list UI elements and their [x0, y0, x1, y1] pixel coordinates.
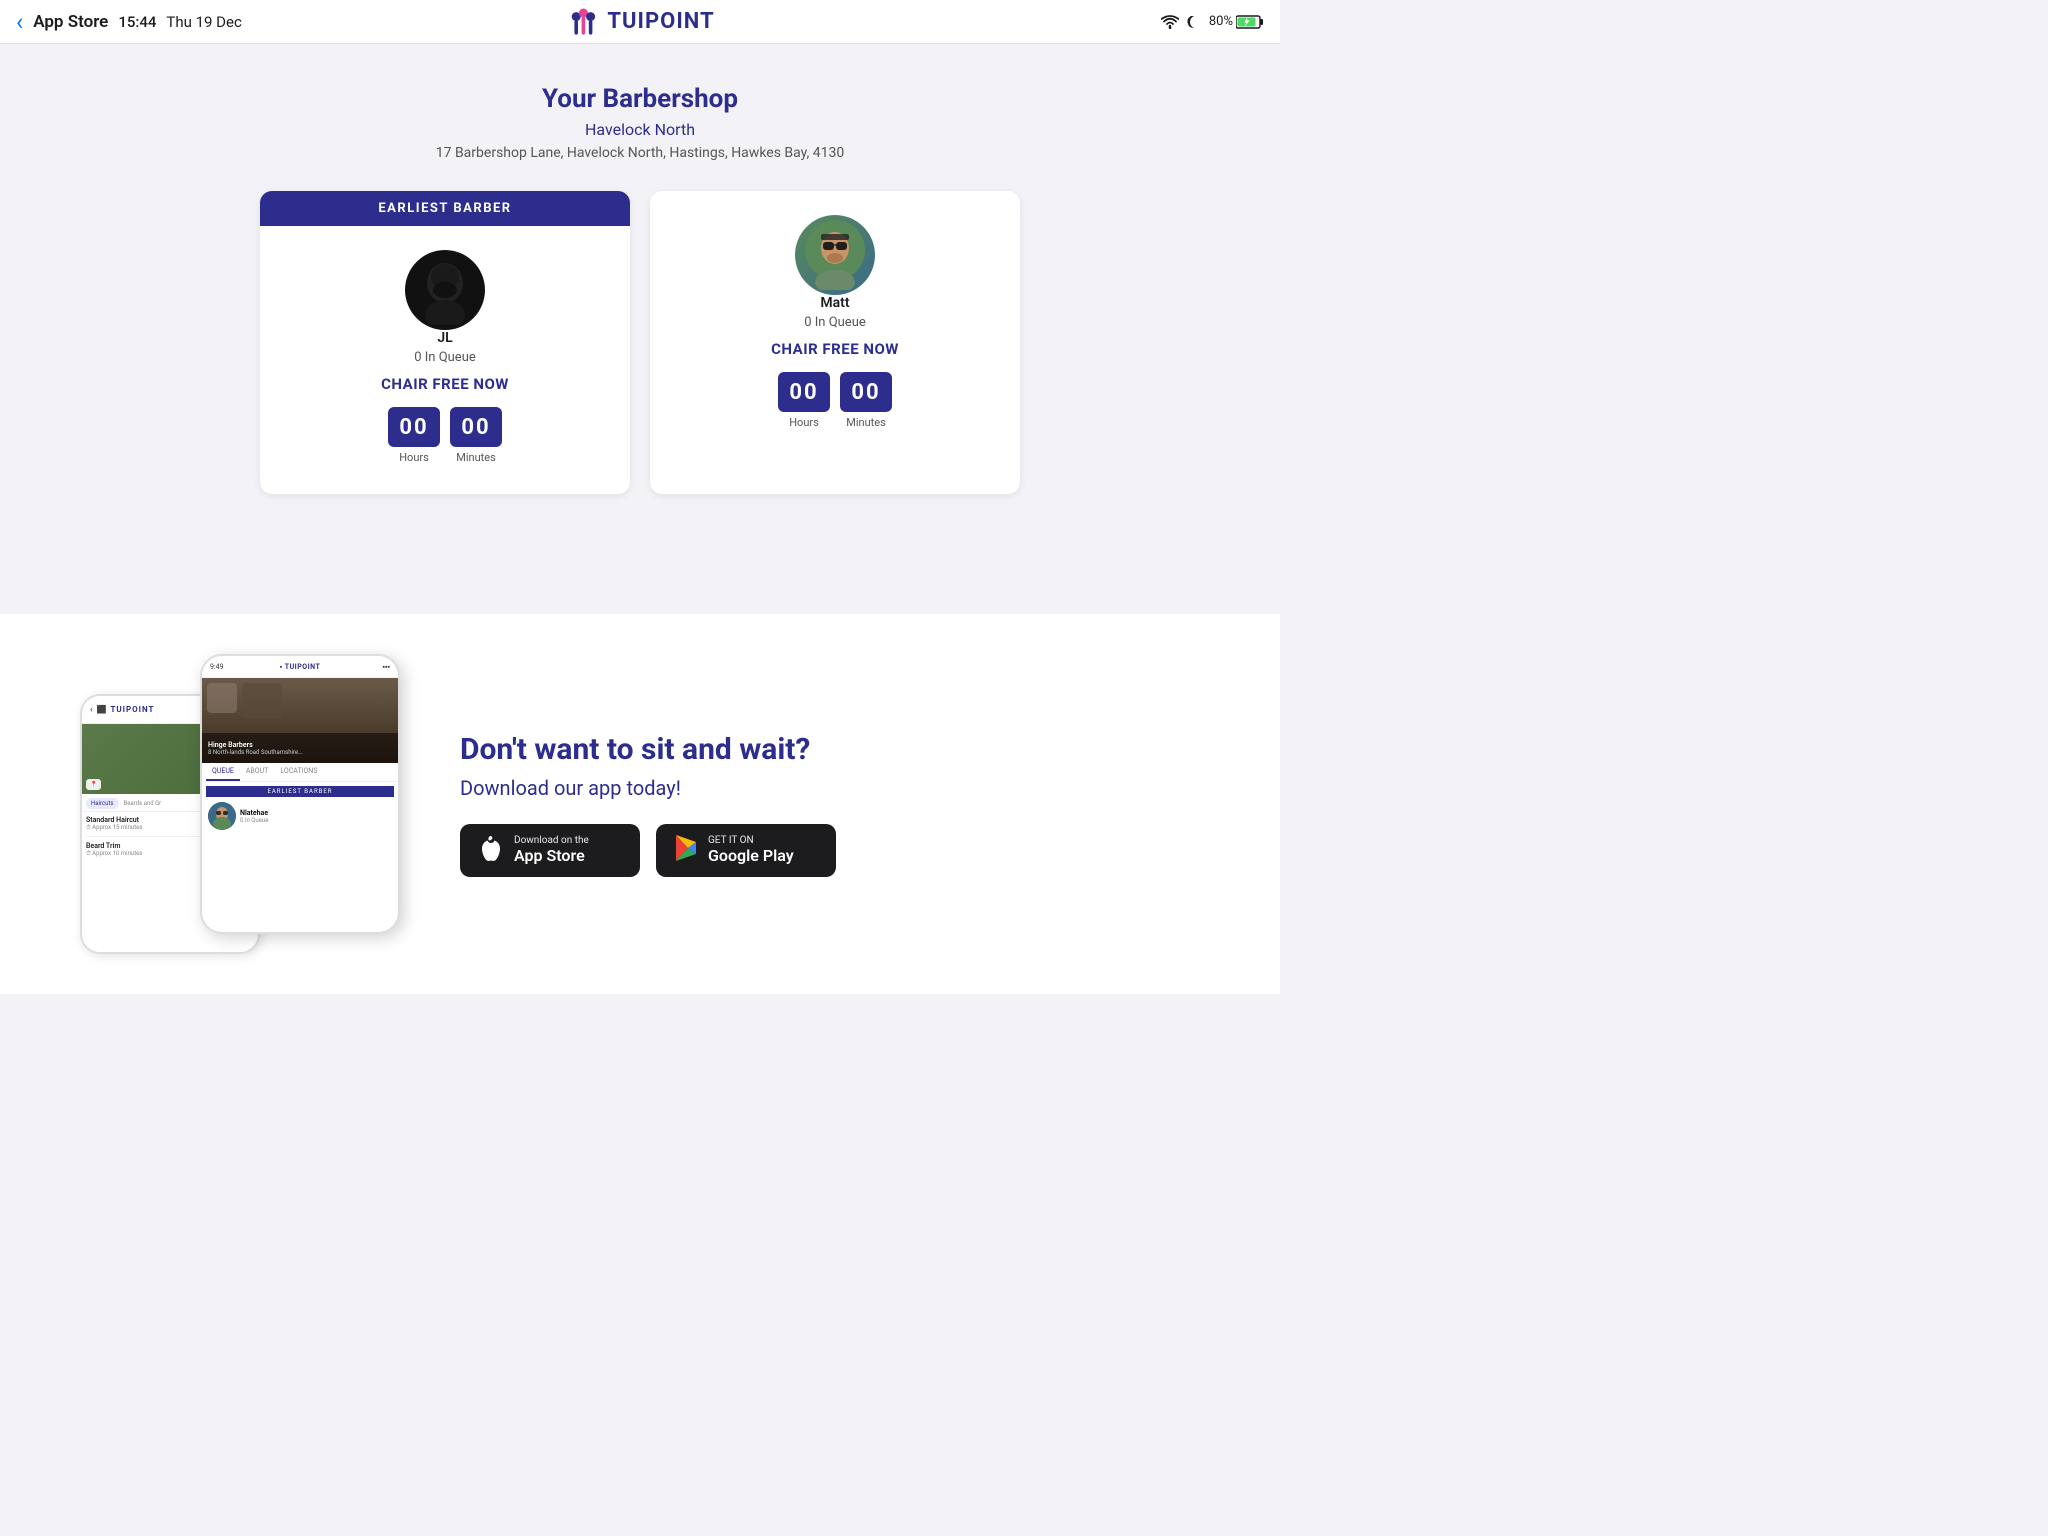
- header-logo: TUIPOINT: [565, 4, 714, 40]
- tuipoint-logo-icon: [565, 4, 601, 40]
- phone-nav-tabs: QUEUE ABOUT LOCATIONS: [202, 763, 398, 782]
- barber-matt-avatar: [795, 215, 875, 295]
- wifi-icon: [1161, 15, 1179, 29]
- battery-indicator: 80%: [1209, 14, 1264, 29]
- barber-grid: EARLIEST BARBER JL 0 In Queue: [250, 191, 1030, 494]
- app-store-button[interactable]: Download on the App Store: [460, 824, 640, 877]
- matt-hours-digit: 00: [778, 372, 830, 412]
- barber-matt-chair-status: CHAIR FREE NOW: [670, 340, 1000, 358]
- phone-barber-list: EARLIEST BARBER Nlatehae: [202, 782, 398, 836]
- jl-minutes-digit: 00: [450, 407, 502, 447]
- shop-location: Havelock North: [20, 120, 1260, 139]
- app-store-label: App Store: [33, 12, 108, 32]
- phone-beards-tab: Beards and Gr: [122, 798, 164, 809]
- phone-hero-image: Hinge Barbers 8 North-lands Road Southar…: [202, 678, 398, 763]
- google-play-small-text: GET IT ON: [708, 835, 794, 846]
- shop-address: 17 Barbershop Lane, Havelock North, Hast…: [20, 145, 1260, 161]
- earliest-barber-banner: EARLIEST BARBER: [260, 191, 630, 226]
- barber-matt-name: Matt: [670, 295, 1000, 311]
- app-store-small-text: Download on the: [514, 835, 589, 846]
- back-arrow[interactable]: ‹: [16, 10, 23, 34]
- barber-card-jl[interactable]: EARLIEST BARBER JL 0 In Queue: [260, 191, 630, 494]
- jl-hours-block: 00 Hours: [388, 407, 440, 464]
- logo-text: TUIPOINT: [607, 9, 714, 34]
- moon-icon: [1187, 15, 1201, 29]
- shop-name: Your Barbershop: [20, 84, 1260, 114]
- promo-subtext: Download our app today!: [460, 776, 1200, 800]
- status-date: Thu 19 Dec: [166, 13, 241, 31]
- jl-minutes-block: 00 Minutes: [450, 407, 502, 464]
- barber-matt-body: Matt 0 In Queue CHAIR FREE NOW 00 Hours …: [650, 191, 1020, 459]
- barber-jl-queue: 0 In Queue: [280, 350, 610, 365]
- google-play-text: GET IT ON Google Play: [708, 835, 794, 865]
- matt-hours-label: Hours: [789, 416, 819, 429]
- barber-jl-timer: 00 Hours 00 Minutes: [280, 407, 610, 464]
- status-time: 15:44: [118, 13, 156, 31]
- barber-matt-queue: 0 In Queue: [670, 315, 1000, 330]
- barber-card-matt[interactable]: Matt 0 In Queue CHAIR FREE NOW 00 Hours …: [650, 191, 1020, 494]
- barber-matt-timer: 00 Hours 00 Minutes: [670, 372, 1000, 429]
- status-bar-right: 80%: [1161, 14, 1264, 29]
- barber-jl-name: JL: [280, 330, 610, 346]
- jl-hours-label: Hours: [399, 451, 429, 464]
- matt-minutes-block: 00 Minutes: [840, 372, 892, 429]
- barber-jl-chair-status: CHAIR FREE NOW: [280, 375, 610, 393]
- jl-hours-digit: 00: [388, 407, 440, 447]
- barber-jl-body: JL 0 In Queue CHAIR FREE NOW 00 Hours 00…: [260, 226, 630, 494]
- phone-haircuts-tab: Haircuts: [86, 798, 119, 809]
- app-promo-section: ‹ ⬛ TUIPOINT 📍 Haircuts Beards and Gr St…: [0, 614, 1280, 994]
- jl-minutes-label: Minutes: [456, 451, 496, 464]
- status-bar: ‹ App Store 15:44 Thu 19 Dec TUIPOINT: [0, 0, 1280, 44]
- promo-headline: Don't want to sit and wait?: [460, 732, 1200, 768]
- battery-icon: [1236, 15, 1264, 29]
- matt-minutes-digit: 00: [840, 372, 892, 412]
- phone-front-header: 9:49 ▪ TUIPOINT ▪▪▪: [202, 656, 398, 678]
- google-play-button[interactable]: GET IT ON Google Play: [656, 824, 836, 877]
- google-play-large-text: Google Play: [708, 846, 794, 865]
- main-content: Your Barbershop Havelock North 17 Barber…: [0, 44, 1280, 614]
- phone-mockup: ‹ ⬛ TUIPOINT 📍 Haircuts Beards and Gr St…: [80, 654, 400, 954]
- matt-hours-block: 00 Hours: [778, 372, 830, 429]
- app-store-large-text: App Store: [514, 846, 589, 865]
- status-bar-left: ‹ App Store 15:44 Thu 19 Dec: [16, 10, 242, 34]
- download-buttons: Download on the App Store GET IT ON: [460, 824, 1200, 877]
- phone-front: 9:49 ▪ TUIPOINT ▪▪▪ Hinge Barbers 8 Nort…: [200, 654, 400, 934]
- app-store-text: Download on the App Store: [514, 835, 589, 865]
- google-play-icon: [674, 835, 698, 866]
- promo-text: Don't want to sit and wait? Download our…: [460, 732, 1200, 877]
- shop-header: Your Barbershop Havelock North 17 Barber…: [20, 84, 1260, 161]
- matt-minutes-label: Minutes: [846, 416, 886, 429]
- barber-jl-avatar: [405, 250, 485, 330]
- apple-icon: [478, 834, 504, 867]
